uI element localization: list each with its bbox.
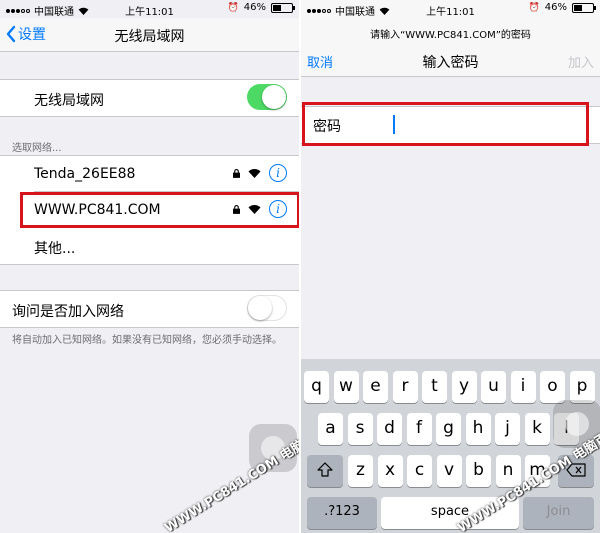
battery-icon <box>572 2 596 13</box>
password-prompt: 请输入“WWW.PC841.COM”的密码 <box>370 30 531 41</box>
key-k[interactable]: k <box>524 413 550 445</box>
key-u[interactable]: u <box>481 371 506 403</box>
password-screen: 中国联通 上午11:01 ⏰ 46% 请输入“WWW.PC841.COM”的密码… <box>301 0 600 533</box>
key-w[interactable]: w <box>333 371 359 403</box>
key-j[interactable]: j <box>495 413 520 445</box>
key-v[interactable]: v <box>436 455 462 487</box>
wifi-icon <box>248 169 261 178</box>
wifi-toggle-switch[interactable] <box>247 84 287 110</box>
page-title: 无线局域网 <box>114 29 185 45</box>
keyboard-join-key[interactable]: Join <box>523 497 594 529</box>
key-t[interactable]: t <box>422 371 447 403</box>
key-f[interactable]: f <box>406 413 432 445</box>
ask-join-group: 询问是否加入网络 <box>0 290 299 328</box>
battery-percent: 46% <box>544 2 567 13</box>
numbers-key[interactable]: .?123 <box>307 497 377 529</box>
key-z[interactable]: z <box>348 455 373 487</box>
key-p[interactable]: p <box>569 371 595 403</box>
status-bar: 中国联通 上午11:01 ⏰ 46% <box>301 0 600 18</box>
key-c[interactable]: c <box>407 455 432 487</box>
key-r[interactable]: r <box>392 371 418 403</box>
highlight-box <box>302 102 589 146</box>
page-title: 输入密码 <box>422 55 479 71</box>
key-x[interactable]: x <box>377 455 403 487</box>
ask-join-row: 询问是否加入网络 <box>0 291 299 327</box>
key-a[interactable]: a <box>318 413 343 445</box>
alarm-icon: ⏰ <box>227 2 239 13</box>
key-d[interactable]: d <box>377 413 402 445</box>
key-g[interactable]: g <box>436 413 461 445</box>
key-q[interactable]: q <box>304 371 329 403</box>
ask-join-label: 询问是否加入网络 <box>12 304 124 320</box>
key-e[interactable]: e <box>363 371 388 403</box>
lock-icon <box>233 168 240 178</box>
network-name: 其他... <box>34 241 76 257</box>
wifi-toggle-row: 无线局域网 <box>0 80 299 116</box>
alarm-icon: ⏰ <box>528 2 540 13</box>
battery-icon <box>271 2 295 13</box>
nav-bar: 设置 无线局域网 <box>0 18 299 52</box>
status-bar: 中国联通 上午11:01 ⏰ 46% <box>0 0 299 18</box>
key-i[interactable]: i <box>510 371 536 403</box>
keyboard: .?123 space Join qwertyuiopasdfghjklzxcv… <box>301 359 600 533</box>
wifi-toggle-label: 无线局域网 <box>34 93 104 109</box>
shift-icon <box>317 462 333 477</box>
network-name: Tenda_26EE88 <box>34 166 136 182</box>
wifi-toggle-group: 无线局域网 <box>0 79 299 117</box>
key-y[interactable]: y <box>451 371 477 403</box>
ask-join-footnote: 将自动加入已知网络。如果没有已知网络，您必须手动选择。 <box>12 335 282 346</box>
network-row-tenda[interactable]: Tenda_26EE88 i <box>0 156 299 192</box>
key-b[interactable]: b <box>466 455 491 487</box>
shift-key[interactable] <box>307 455 343 487</box>
wifi-settings-screen: 中国联通 上午11:01 ⏰ 46% 设置 无线局域网 无线局域网 选取网络..… <box>0 0 299 533</box>
choose-network-header: 选取网络... <box>12 143 62 154</box>
key-h[interactable]: h <box>465 413 491 445</box>
key-o[interactable]: o <box>540 371 565 403</box>
info-icon[interactable]: i <box>269 164 287 182</box>
ask-join-toggle[interactable] <box>247 295 287 321</box>
key-s[interactable]: s <box>347 413 373 445</box>
battery-percent: 46% <box>243 2 266 13</box>
join-button[interactable]: 加入 <box>568 52 594 71</box>
highlight-box <box>20 192 299 228</box>
network-row-other[interactable]: 其他... <box>0 228 299 264</box>
